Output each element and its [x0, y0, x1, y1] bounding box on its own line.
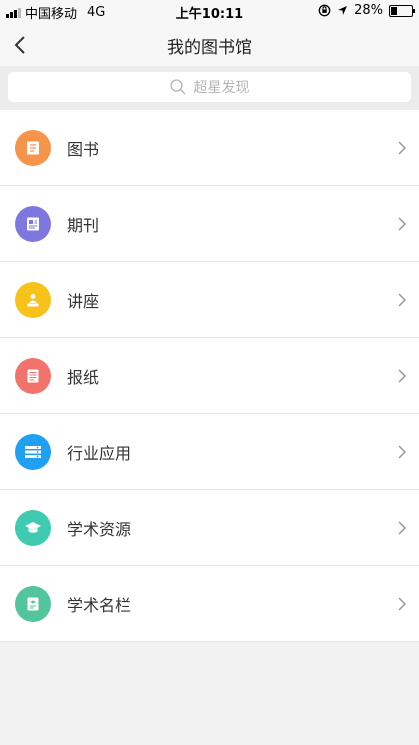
newspaper-icon — [15, 357, 51, 394]
library-menu-list: 图书 期刊 讲座 报纸 行业应用 学术资源 学术名栏 — [0, 110, 419, 642]
list-item-academic-resources[interactable]: 学术资源 — [0, 490, 419, 566]
status-right: 28% — [318, 3, 415, 18]
lecture-icon — [15, 281, 51, 318]
battery-percentage: 28% — [354, 3, 383, 18]
search-placeholder: 超星发现 — [193, 80, 250, 96]
list-item-newspapers[interactable]: 报纸 — [0, 338, 419, 414]
list-item-books[interactable]: 图书 — [0, 110, 419, 186]
search-icon — [169, 79, 185, 95]
list-item-label: 学术资源 — [67, 519, 132, 539]
list-item-label: 学术名栏 — [67, 595, 132, 615]
chevron-right-icon — [398, 444, 407, 459]
graduation-cap-icon — [15, 509, 51, 546]
list-item-label: 报纸 — [67, 367, 100, 387]
chevron-right-icon — [398, 520, 407, 535]
list-item-label: 期刊 — [67, 215, 100, 235]
chevron-right-icon — [398, 292, 407, 307]
list-item-label: 讲座 — [67, 291, 100, 311]
navigation-bar: 我的图书馆 — [0, 22, 419, 66]
chevron-right-icon — [398, 368, 407, 383]
location-arrow-icon — [338, 6, 348, 15]
chevron-right-icon — [398, 140, 407, 155]
chevron-right-icon — [398, 596, 407, 611]
rotation-lock-icon — [318, 4, 331, 17]
list-item-academic-columns[interactable]: 学术名栏 — [0, 566, 419, 642]
list-item-lectures[interactable]: 讲座 — [0, 262, 419, 338]
list-item-journals[interactable]: 期刊 — [0, 186, 419, 262]
journal-icon — [15, 205, 51, 242]
status-bar: 中国移动 4G 上午10:11 28% — [0, 0, 419, 22]
list-item-label: 行业应用 — [67, 443, 132, 463]
chevron-right-icon — [398, 216, 407, 231]
page-title: 我的图书馆 — [167, 38, 252, 58]
list-item-industry[interactable]: 行业应用 — [0, 414, 419, 490]
industry-icon — [15, 433, 51, 470]
book-icon — [15, 129, 51, 166]
list-item-label: 图书 — [67, 139, 100, 159]
search-input[interactable]: 超星发现 — [8, 72, 411, 102]
battery-icon — [389, 4, 415, 17]
column-icon — [15, 585, 51, 622]
search-area: 超星发现 — [0, 66, 419, 110]
